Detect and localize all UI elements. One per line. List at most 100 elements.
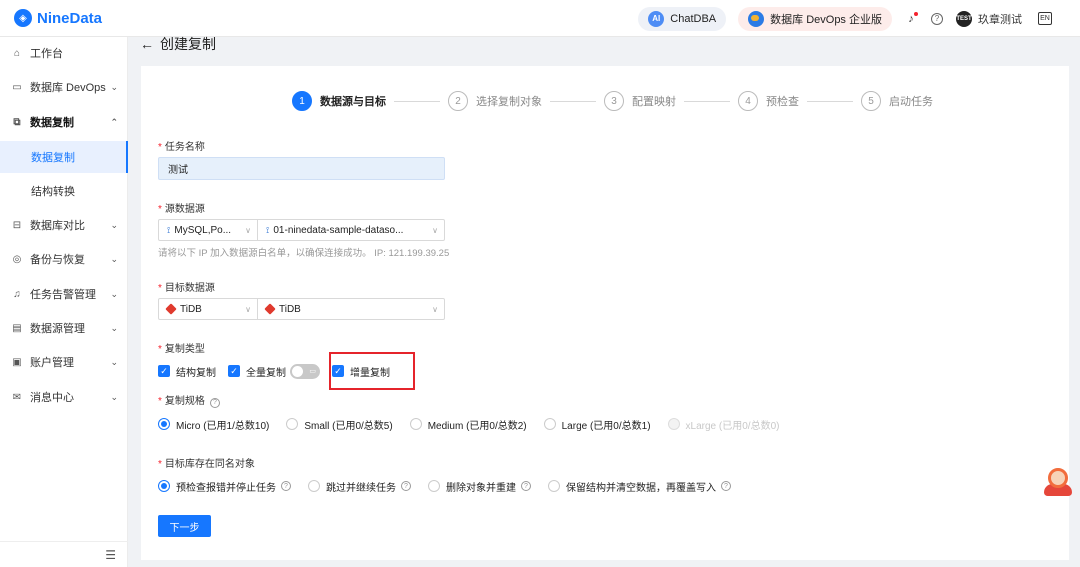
database-icon: ⟟ [266,224,270,235]
check-icon: ✓ [228,365,240,377]
help-icon: ? [209,397,220,408]
chevron-down-icon: ⌄ [110,219,118,230]
source-instance-select[interactable]: ⟟ 01-ninedata-sample-dataso... ∨ [258,219,445,241]
source-label: * 源数据源 [158,204,205,215]
step-number: 2 [448,91,468,111]
step-number: 1 [292,91,312,111]
target-type-select[interactable]: TiDB ∨ [158,298,258,320]
spec-medium-radio[interactable]: Medium (已用0/总数2) [409,417,527,432]
chevron-down-icon: ∨ [432,225,438,235]
radio-dot [548,480,560,492]
sidebar-item-datasource[interactable]: ▤ 数据源管理 ⌄ [0,312,128,344]
alarm-icon: ♫ [13,288,21,300]
structure-copy-checkbox[interactable]: ✓ 结构复制 [158,364,216,379]
conflict-skip-radio[interactable]: 跳过并继续任务? [308,479,411,494]
page-header: ← 创建复制 [140,34,216,54]
toggle-knob [292,365,303,377]
top-right-actions: AI ChatDBA 数据库 DevOps 企业版 ♪ ? TEST 玖章测试 … [638,0,1052,37]
compare-icon: ⊟ [12,219,22,231]
target-instance-select[interactable]: TiDB ∨ [258,298,445,320]
chevron-down-icon: ⌄ [110,288,118,299]
help-icon[interactable]: ? [930,12,944,26]
page-title: 创建复制 [160,36,216,52]
source-type-select[interactable]: ⟟ MySQL,Po... ∨ [158,219,258,241]
language-switch-icon[interactable]: EN [1038,12,1052,25]
logo-icon: ◈ [14,9,32,27]
back-arrow-icon[interactable]: ← [140,36,154,52]
tidb-icon [264,303,276,315]
conflict-rebuild-radio[interactable]: 删除对象并重建? [428,479,531,494]
step-connector [807,100,853,102]
radio-dot [158,418,170,430]
sidebar-item-label: 工作台 [30,48,63,60]
sidebar-item-workbench[interactable]: ⌂ 工作台 [0,37,128,69]
home-icon: ⌂ [13,47,21,59]
spec-xlarge-radio: xLarge (已用0/总数0) [667,417,779,432]
target-instance-value: TiDB [279,303,301,315]
radio-dot [286,418,299,430]
enterprise-label: 数据库 DevOps 企业版 [770,13,882,26]
chevron-up-icon: ⌃ [110,116,118,127]
brand-logo[interactable]: ◈ NineData [14,9,102,27]
sidebar-collapse-button[interactable]: ☰ [0,541,128,567]
datasource-icon: ▤ [12,322,22,334]
sidebar-item-backup[interactable]: ◎ 备份与恢复 ⌄ [0,243,128,275]
full-copy-toggle[interactable]: ▭ [290,363,320,379]
step-indicator: 1 数据源与目标 2 选择复制对象 3 配置映射 4 预检查 5 启动任务 [292,90,933,112]
sidebar-item-label: 消息中心 [30,392,74,404]
sidebar-item-label: 数据复制 [31,152,75,164]
chevron-down-icon: ∨ [245,225,251,235]
bell-icon[interactable]: ♪ [904,11,918,26]
spec-large-radio[interactable]: Large (已用0/总数1) [543,417,651,432]
step-number: 5 [861,91,881,111]
sidebar-item-alarm[interactable]: ♫ 任务告警管理 ⌄ [0,278,128,310]
conflict-options: 预检查报错并停止任务? 跳过并继续任务? 删除对象并重建? 保留结构并清空数据，… [158,479,748,494]
globe-icon [748,10,765,27]
sidebar-item-compare[interactable]: ⊟ 数据库对比 ⌄ [0,209,128,241]
chevron-down-icon: ⌄ [110,356,118,367]
step-label: 预检查 [766,96,799,108]
sidebar-item-replication[interactable]: ⧉ 数据复制 ⌃ [0,106,128,138]
sidebar-item-account[interactable]: ▣ 账户管理 ⌄ [0,346,128,378]
replication-icon: ⧉ [13,116,21,128]
sidebar-item-label: 数据库对比 [30,220,85,232]
step-connector [550,100,596,102]
top-bar: ◈ NineData AI ChatDBA 数据库 DevOps 企业版 ♪ ?… [0,0,1080,37]
step-connector [684,100,730,102]
task-name-input[interactable]: 测试 [158,157,445,180]
brand-name: NineData [37,9,103,27]
spec-micro-radio[interactable]: Micro (已用1/总数10) [158,417,269,432]
step-1: 1 数据源与目标 [292,91,386,111]
next-step-button[interactable]: 下一步 [158,515,211,537]
step-4: 4 预检查 [738,91,799,111]
target-label: * 目标数据源 [158,283,215,294]
radio-dot [543,418,556,430]
username[interactable]: 玖章测试 [978,11,1022,27]
sidebar-subitem-structure-conversion[interactable]: 结构转换 [0,175,128,207]
radio-dot [667,418,680,430]
chevron-down-icon: ∨ [245,304,251,314]
enterprise-button[interactable]: 数据库 DevOps 企业版 [738,6,892,31]
chatdba-label: ChatDBA [670,12,717,25]
chatdba-button[interactable]: AI ChatDBA [638,6,727,31]
sidebar-item-label: 数据复制 [30,117,74,129]
spec-small-radio[interactable]: Small (已用0/总数5) [286,417,393,432]
avatar[interactable]: TEST [956,10,972,27]
collapse-icon: ☰ [105,547,116,562]
sidebar-subitem-replication[interactable]: 数据复制 [0,141,128,173]
sidebar: ⌂ 工作台 ▭ 数据库 DevOps ⌄ ⧉ 数据复制 ⌃ 数据复制 结构转换 … [0,37,128,567]
conflict-overwrite-radio[interactable]: 保留结构并清空数据，再覆盖写入? [548,479,731,494]
sidebar-item-devops[interactable]: ▭ 数据库 DevOps ⌄ [0,71,128,103]
source-type-value: MySQL,Po... [174,224,232,236]
chevron-down-icon: ⌄ [110,81,118,92]
conflict-stop-radio[interactable]: 预检查报错并停止任务? [158,479,291,494]
spec-label: * 复制规格? [158,392,220,408]
task-name-label: * 任务名称 [158,142,205,153]
chevron-down-icon: ∨ [432,304,438,314]
sidebar-item-label: 备份与恢复 [30,254,85,266]
step-label: 配置映射 [632,96,676,108]
assistant-avatar-icon[interactable] [1044,466,1072,496]
full-copy-checkbox[interactable]: ✓ 全量复制 [228,364,286,379]
sidebar-item-messages[interactable]: ✉ 消息中心 ⌄ [0,381,128,413]
step-number: 4 [738,91,758,111]
